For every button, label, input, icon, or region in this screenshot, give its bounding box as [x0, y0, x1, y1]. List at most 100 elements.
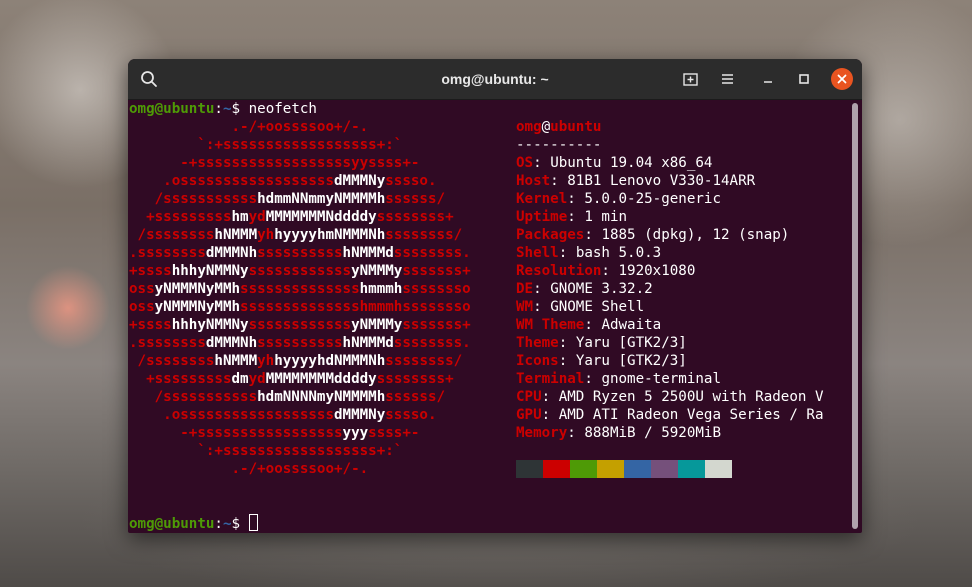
info-host: ubuntu [550, 119, 602, 135]
input-line[interactable]: omg@ubuntu:~$ [129, 514, 258, 532]
command-line: omg@ubuntu:~$ neofetch [129, 100, 317, 118]
info-value: Ubuntu 19.04 x86_64 [550, 155, 713, 171]
info-key: Uptime [516, 209, 568, 225]
ascii-art-line: /ssssssssssshdmmNNmmyNMMMMhssssss/ [129, 190, 445, 208]
hamburger-menu-icon[interactable] [718, 69, 738, 89]
ascii-art-segment: /ssssssss [129, 227, 215, 243]
ascii-art-segment: ssss+- [368, 425, 420, 441]
close-icon[interactable] [831, 68, 853, 90]
color-swatch [678, 460, 705, 478]
info-row: Kernel: 5.0.0-25-generic [516, 190, 721, 208]
ascii-art-segment: ssssssssssss [248, 317, 352, 333]
info-colon: : [567, 191, 585, 207]
info-key: WM Theme [516, 317, 585, 333]
ascii-art-segment: sssso. [385, 173, 437, 189]
info-colon: : [601, 263, 619, 279]
info-value: 888MiB / 5920MiB [584, 425, 722, 441]
prompt-separator: : [214, 101, 223, 117]
ascii-art-segment: hNMMMd [342, 335, 394, 351]
info-row: Packages: 1885 (dpkg), 12 (snap) [516, 226, 789, 244]
prompt-user: omg@ubuntu [129, 516, 215, 532]
ascii-art-segment: dMMMNh [205, 335, 258, 351]
ascii-art-segment: dm [231, 371, 249, 387]
info-row: WM: GNOME Shell [516, 298, 644, 316]
ascii-art-segment: MMMMMMMNddddy [265, 209, 377, 225]
minimize-icon[interactable] [758, 69, 778, 89]
window-title: omg@ubuntu: ~ [441, 71, 549, 87]
maximize-icon[interactable] [794, 69, 814, 89]
prompt-sign: $ [231, 101, 249, 117]
ascii-art-segment: hdmmNNmmyNMMMMh [257, 191, 386, 207]
info-key: Memory [516, 425, 568, 441]
info-value: 81B1 Lenovo V330-14ARR [567, 173, 756, 189]
info-row: WM Theme: Adwaita [516, 316, 661, 334]
ascii-art-segment: +ssss [129, 317, 172, 333]
ascii-art-segment: hmmmh [359, 281, 403, 297]
info-colon: : [584, 317, 602, 333]
ascii-art-segment: ssssssssssss [248, 263, 352, 279]
info-key: Resolution [516, 263, 602, 279]
info-row: Memory: 888MiB / 5920MiB [516, 424, 721, 442]
ascii-art-line: /sssssssshNMMMyhhyyyyhdNMMMNhssssssss/ [129, 352, 463, 370]
ascii-art-segment: ssssss/ [385, 191, 446, 207]
ascii-art-segment: ssssssss/ [385, 227, 463, 243]
info-colon: : [533, 299, 551, 315]
ascii-art-line: .ssssssssdMMMNhsssssssssshNMMMdssssssss. [129, 334, 471, 352]
ascii-art-line: /ssssssssssshdmNNNNmyNMMMMhssssss/ [129, 388, 445, 406]
info-colon: : [584, 371, 602, 387]
scrollbar[interactable] [852, 103, 858, 529]
ascii-art-segment: -+ssssssssssssssssssyyssss+- [129, 155, 420, 171]
ascii-art-segment: sssssss+ [402, 263, 471, 279]
ascii-art-line: +ssssssssshmydMMMMMMMNddddyssssssss+ [129, 208, 454, 226]
ascii-art-line: +sssshhhyNMMNyssssssssssssyNMMMysssssss+ [129, 316, 471, 334]
ascii-art-segment: MMMMMMMMddddy [265, 371, 377, 387]
new-tab-icon[interactable] [681, 69, 701, 89]
ascii-art-segment: .ossssssssssssssssss [129, 407, 334, 423]
ascii-art-segment: ssssssss. [393, 245, 471, 261]
info-user: omg [516, 119, 542, 135]
info-colon: : [558, 353, 576, 369]
terminal-output[interactable]: omg@ubuntu:~$ neofetch .-/+oossssoo+/-. … [128, 99, 850, 533]
ascii-art-segment: yd [248, 209, 266, 225]
title-bar[interactable]: omg@ubuntu: ~ [128, 59, 862, 100]
ascii-art-segment: +sssssssss [129, 209, 232, 225]
ascii-art-segment: dMMMNy [334, 173, 386, 189]
ascii-art-segment: .-/+oossssoo+/-. [129, 119, 369, 135]
info-colon: : [567, 425, 585, 441]
ascii-art-segment: .ssssssss [129, 335, 206, 351]
ascii-art-line: -+ssssssssssssssssssyyssss+- [129, 154, 419, 172]
ascii-art-segment: yyy [342, 425, 369, 441]
info-key: Shell [516, 245, 559, 261]
info-value: Adwaita [601, 317, 662, 333]
ascii-art-segment: oss [129, 281, 155, 297]
ascii-art-line: .ossssssssssssssssssdMMMNysssso. [129, 406, 436, 424]
info-colon: : [533, 281, 551, 297]
ascii-art-line: +sssssssssdmydMMMMMMMMddddyssssssss+ [129, 370, 454, 388]
prompt-sign: $ [231, 516, 249, 532]
info-colon: : [541, 407, 559, 423]
ascii-art-segment: `:+ssssssssssssssssss+:` [129, 137, 403, 153]
ascii-art-line: .-/+oossssoo+/-. [129, 460, 368, 478]
info-key: Theme [516, 335, 559, 351]
ascii-art-segment: yd [248, 371, 266, 387]
ascii-art-segment: yNMMMNyMMh [154, 299, 241, 315]
terminal-window[interactable]: omg@ubuntu: ~ omg@ubuntu:~$ neofetch .-/… [128, 59, 862, 533]
ascii-art-segment: ssssssss+ [376, 371, 454, 387]
ascii-art-segment: yh [257, 227, 275, 243]
ascii-art-segment: ssssssss/ [385, 353, 463, 369]
ascii-art-segment: hyyyyhmNMMMNh [274, 227, 386, 243]
info-value: 1920x1080 [618, 263, 696, 279]
info-key: Icons [516, 353, 559, 369]
ascii-art-segment: dMMMNy [334, 407, 386, 423]
ascii-art-line: ossyNMMMNyMMhsssssssssssssshmmmhssssssso [129, 280, 471, 298]
ascii-art-line: `:+ssssssssssssssssss+:` [129, 136, 402, 154]
info-value: 1 min [584, 209, 628, 225]
info-row: OS: Ubuntu 19.04 x86_64 [516, 154, 712, 172]
ascii-art-segment: /sssssssssss [129, 191, 258, 207]
info-row: CPU: AMD Ryzen 5 2500U with Radeon V [516, 388, 824, 406]
prompt-path: ~ [222, 101, 232, 117]
color-swatch [543, 460, 570, 478]
color-swatch [624, 460, 651, 478]
info-value: GNOME Shell [550, 299, 645, 315]
ascii-art-line: ossyNMMMNyMMhsssssssssssssshmmmhssssssso [129, 298, 471, 316]
